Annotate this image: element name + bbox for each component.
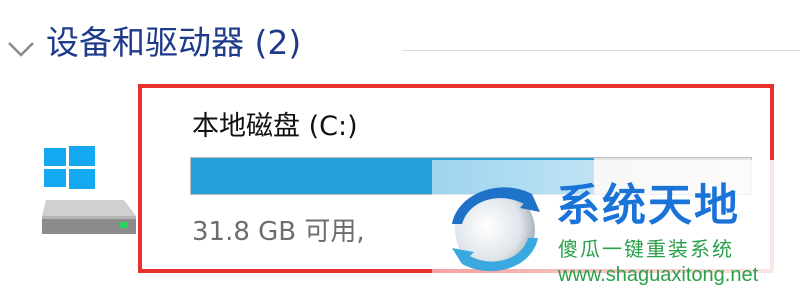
watermark-subtitle: 傻瓜一键重装系统 [558, 237, 734, 261]
section-title: 设备和驱动器 (2) [46, 23, 302, 62]
chevron-down-icon[interactable] [6, 38, 36, 60]
free-space-text: 31.8 GB 可用, [192, 217, 365, 247]
section-divider [402, 50, 800, 51]
watermark: 系统天地 傻瓜一键重装系统 www.shaguaxitong.net [432, 160, 800, 295]
watermark-logo [452, 187, 540, 272]
windows-drive-icon[interactable] [40, 146, 140, 238]
watermark-url: www.shaguaxitong.net [558, 264, 759, 286]
watermark-title: 系统天地 [556, 180, 740, 231]
drive-name[interactable]: 本地磁盘 (C:) [192, 113, 358, 140]
